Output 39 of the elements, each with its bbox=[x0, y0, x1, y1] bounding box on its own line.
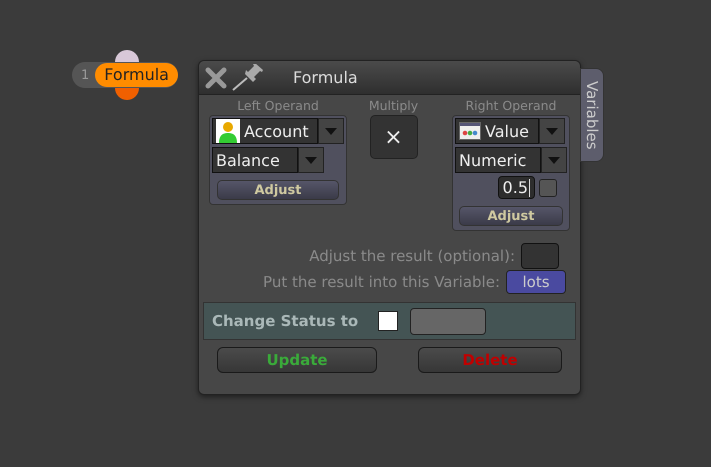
person-icon bbox=[216, 119, 240, 143]
source-select[interactable]: Account bbox=[212, 118, 318, 144]
status-label: Change Status to bbox=[212, 312, 358, 330]
input-handle[interactable] bbox=[115, 50, 139, 62]
type-select[interactable]: Numeric bbox=[455, 147, 542, 173]
adjust-result-field[interactable] bbox=[521, 243, 559, 269]
left-operand-heading: Left Operand bbox=[237, 98, 319, 113]
pin-icon[interactable] bbox=[231, 64, 265, 92]
operation-heading: Multiply bbox=[368, 98, 418, 113]
variable-button[interactable]: lots bbox=[506, 270, 566, 294]
field-select[interactable]: Balance bbox=[212, 147, 298, 173]
caret-icon bbox=[305, 156, 317, 164]
dialog-title: Formula bbox=[293, 68, 358, 87]
dropdown-button[interactable] bbox=[318, 118, 344, 144]
caret-icon bbox=[325, 128, 338, 134]
caret-icon bbox=[546, 128, 558, 134]
close-icon[interactable] bbox=[205, 66, 227, 88]
adjust-result-label: Adjust the result (optional): bbox=[309, 247, 515, 265]
result-variable-label: Put the result into this Variable: bbox=[263, 273, 500, 291]
update-button[interactable]: Update bbox=[217, 347, 377, 373]
formula-node[interactable]: 1 Formula bbox=[72, 62, 178, 88]
source-select[interactable]: Value bbox=[455, 118, 539, 144]
toggle-checkbox[interactable] bbox=[539, 178, 557, 196]
output-handle[interactable] bbox=[115, 88, 139, 100]
adjust-button[interactable]: Adjust bbox=[217, 180, 339, 200]
status-field[interactable] bbox=[410, 308, 486, 334]
operation-button[interactable]: × bbox=[370, 115, 418, 159]
adjust-button[interactable]: Adjust bbox=[459, 206, 563, 226]
window-icon bbox=[459, 122, 481, 140]
dropdown-button[interactable] bbox=[539, 118, 565, 144]
value-field[interactable]: 0.5 bbox=[498, 176, 535, 199]
right-operand-heading: Right Operand bbox=[465, 98, 556, 113]
dropdown-button[interactable] bbox=[298, 147, 324, 173]
node-number: 1 bbox=[80, 68, 90, 82]
dropdown-button[interactable] bbox=[541, 147, 567, 173]
node-label[interactable]: Formula bbox=[95, 63, 178, 87]
caret-icon bbox=[548, 156, 560, 164]
variables-tab[interactable]: Variables bbox=[580, 68, 604, 162]
status-checkbox[interactable] bbox=[378, 311, 398, 331]
